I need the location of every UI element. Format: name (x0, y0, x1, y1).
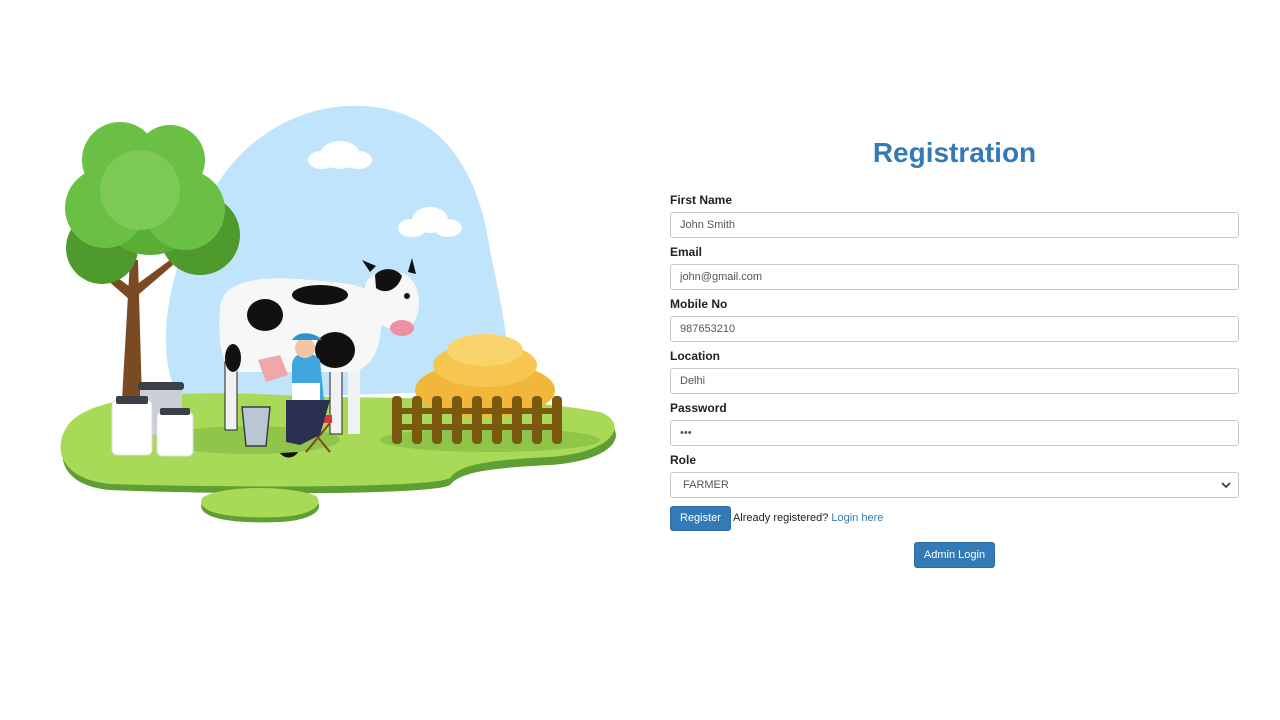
first-name-group: First Name (670, 193, 1239, 238)
email-label: Email (670, 245, 703, 259)
email-group: Email (670, 245, 1239, 290)
location-group: Location (670, 349, 1239, 394)
bucket-icon (241, 406, 271, 447)
location-label: Location (670, 349, 720, 363)
password-label: Password (670, 401, 727, 415)
dairy-farm-illustration (60, 105, 616, 523)
chevron-down-icon (1221, 482, 1231, 489)
form-actions: Register Already registered? Login here (670, 505, 1239, 531)
admin-login-button[interactable]: Admin Login (913, 542, 996, 568)
mobile-input[interactable] (670, 316, 1239, 342)
login-link[interactable]: Login here (831, 512, 883, 524)
role-select[interactable]: FARMER (670, 472, 1239, 498)
email-input[interactable] (670, 264, 1239, 290)
admin-login-wrap: Admin Login (670, 542, 1239, 568)
first-name-label: First Name (670, 193, 733, 207)
password-input[interactable] (670, 420, 1239, 446)
register-button[interactable]: Register (670, 505, 731, 531)
password-group: Password (670, 401, 1239, 446)
registration-form: Registration First Name Email Mobile No … (670, 135, 1239, 568)
fence-icon (392, 396, 562, 444)
role-selected-value: FARMER (683, 479, 729, 491)
mobile-label: Mobile No (670, 297, 728, 311)
location-input[interactable] (670, 368, 1239, 394)
role-group: Role FARMER (670, 453, 1239, 498)
mobile-group: Mobile No (670, 297, 1239, 342)
already-registered-text: Already registered? (732, 512, 829, 524)
role-label: Role (670, 453, 697, 467)
page-title: Registration (872, 137, 1037, 168)
first-name-input[interactable] (670, 212, 1239, 238)
